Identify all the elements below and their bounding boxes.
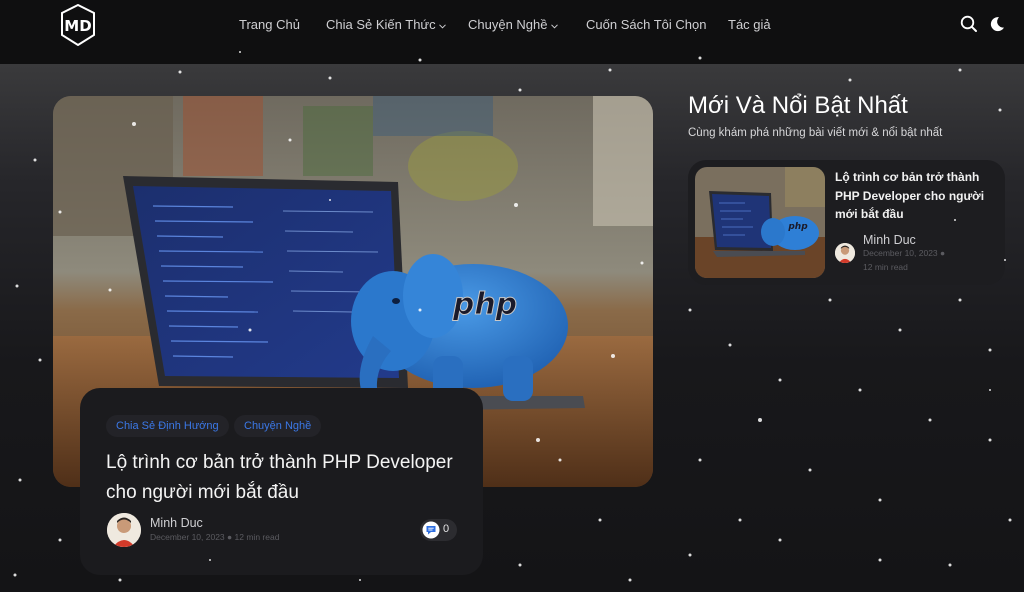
post-meta: December 10, 2023 ● 12 min read [150, 532, 280, 542]
site-header: MD Trang Chủ Chia Sẻ Kiến Thức Chuyện Ng… [0, 0, 1024, 64]
comment-icon [422, 521, 440, 544]
nav-item-cuon-sach-toi-chon[interactable]: Cuốn Sách Tôi Chọn [586, 17, 706, 32]
comment-count: 0 [443, 523, 450, 535]
category-tag[interactable]: Chia Sẻ Định Hướng [106, 415, 229, 437]
section-subtitle: Cùng khám phá những bài viết mới & nổi b… [688, 127, 943, 139]
nav-item-chia-se-kien-thuc[interactable]: Chia Sẻ Kiến Thức [326, 17, 446, 32]
nav-item-trang-chu[interactable]: Trang Chủ [239, 17, 300, 32]
category-tag[interactable]: Chuyện Nghề [234, 415, 322, 437]
nav-item-chuyen-nghe[interactable]: Chuyện Nghề [468, 17, 558, 32]
side-post-title[interactable]: Lộ trình cơ bản trở thành PHP Developer … [835, 168, 1000, 224]
main-nav: Trang Chủ Chia Sẻ Kiến Thức Chuyện Nghề … [0, 0, 1024, 50]
featured-post-card[interactable]: Chia Sẻ Định Hướng Chuyện Nghề Lộ trình … [80, 388, 483, 575]
post-meta-date: December 10, 2023 ● [863, 248, 946, 258]
nav-item-tac-gia[interactable]: Tác giả [728, 17, 771, 32]
svg-text:php: php [452, 287, 517, 322]
search-icon[interactable] [960, 15, 978, 33]
author-name[interactable]: Minh Duc [150, 516, 203, 530]
post-meta-read-time: 12 min read [863, 262, 908, 272]
side-post-card[interactable]: php Lộ trình cơ bản trở thành PHP Develo… [688, 160, 1005, 285]
side-post-thumbnail[interactable]: php [695, 167, 825, 278]
dark-mode-moon-icon[interactable] [988, 15, 1006, 33]
svg-text:php: php [787, 222, 808, 232]
author-name[interactable]: Minh Duc [863, 233, 916, 247]
author-avatar[interactable] [835, 243, 855, 263]
chevron-down-icon [438, 17, 446, 32]
section-title: Mới Và Nổi Bật Nhất [688, 92, 908, 119]
author-avatar[interactable] [107, 513, 141, 547]
comment-count-badge[interactable]: 0 [420, 519, 457, 541]
chevron-down-icon [550, 17, 558, 32]
featured-post-title[interactable]: Lộ trình cơ bản trở thành PHP Developer … [106, 448, 466, 508]
